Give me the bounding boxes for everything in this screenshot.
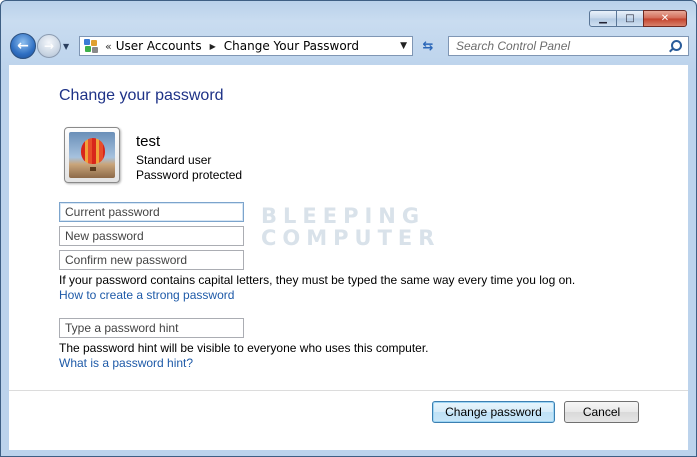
strong-password-link[interactable]: How to create a strong password bbox=[59, 288, 234, 302]
refresh-icon: ⇆ bbox=[422, 38, 434, 54]
back-arrow-icon: ← bbox=[17, 38, 29, 54]
search-box[interactable] bbox=[448, 36, 689, 56]
new-password-field[interactable] bbox=[59, 226, 244, 246]
user-avatar bbox=[64, 127, 120, 183]
hint-visibility-note: The password hint will be visible to eve… bbox=[59, 341, 429, 355]
change-password-button[interactable]: Change password bbox=[432, 401, 555, 423]
breadcrumb-user-accounts[interactable]: User Accounts bbox=[116, 39, 202, 53]
user-password-status: Password protected bbox=[136, 168, 243, 182]
forward-button[interactable]: → bbox=[37, 34, 61, 58]
close-icon: ✕ bbox=[660, 13, 670, 24]
minimize-icon: ▁ bbox=[599, 13, 607, 24]
back-button[interactable]: ← bbox=[10, 33, 36, 59]
forward-arrow-icon: → bbox=[43, 39, 55, 53]
cancel-button[interactable]: Cancel bbox=[564, 401, 639, 423]
breadcrumb-separator-icon[interactable]: ▶ bbox=[210, 42, 216, 51]
capital-letters-note: If your password contains capital letter… bbox=[59, 273, 576, 287]
navigation-buttons: ← → ▼ bbox=[10, 33, 69, 59]
current-password-field[interactable] bbox=[59, 202, 244, 222]
password-hint-field[interactable] bbox=[59, 318, 244, 338]
minimize-button[interactable]: ▁ bbox=[589, 10, 617, 27]
recent-pages-dropdown[interactable]: ▼ bbox=[63, 42, 69, 51]
user-name: test bbox=[136, 133, 161, 150]
watermark: BLEEPING COMPUTER bbox=[261, 204, 441, 250]
search-input[interactable] bbox=[456, 39, 661, 53]
hot-air-balloon-picture bbox=[69, 132, 115, 178]
overflow-chevron[interactable]: « bbox=[105, 40, 112, 53]
address-dropdown-icon[interactable]: ▼ bbox=[400, 41, 407, 51]
search-icon[interactable] bbox=[668, 39, 682, 53]
maximize-button[interactable]: □ bbox=[616, 10, 644, 27]
address-bar[interactable]: « User Accounts ▶ Change Your Password ▼ bbox=[79, 36, 413, 56]
control-panel-icon bbox=[84, 39, 99, 53]
password-hint-link[interactable]: What is a password hint? bbox=[59, 356, 193, 370]
maximize-icon: □ bbox=[625, 13, 635, 24]
confirm-password-field[interactable] bbox=[59, 250, 244, 270]
refresh-button[interactable]: ⇆ bbox=[417, 37, 439, 55]
caption-buttons: ▁ □ ✕ bbox=[589, 10, 687, 27]
page-title: Change your password bbox=[59, 87, 224, 104]
control-panel-window: ▁ □ ✕ ← → ▼ « User Accounts ▶ Change You… bbox=[0, 0, 697, 457]
content-pane: Change your password test Standard user … bbox=[9, 65, 688, 450]
divider bbox=[9, 390, 688, 391]
close-button[interactable]: ✕ bbox=[643, 10, 687, 27]
breadcrumb-change-password[interactable]: Change Your Password bbox=[224, 39, 359, 53]
user-account-type: Standard user bbox=[136, 153, 212, 167]
